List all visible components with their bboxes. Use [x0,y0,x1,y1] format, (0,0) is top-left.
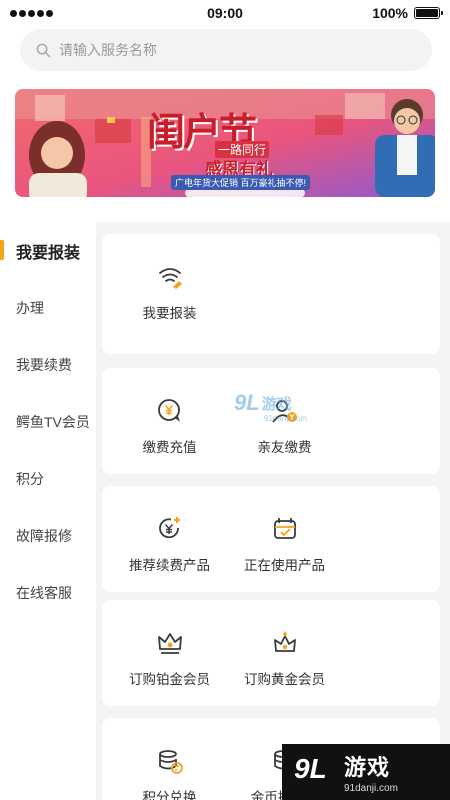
watermark-corner: 9L 游戏 91danji.com [282,744,450,800]
nav-item-handle[interactable]: 办理 [0,279,96,336]
nav-item-label: 鳄鱼TV会员 [16,413,90,430]
service-gold-member[interactable]: 订购黄金会员 [227,600,342,706]
watermark-corner-url: 91danji.com [344,783,398,794]
yuan-chat-icon [155,396,185,426]
nav-item-label: 积分 [16,470,44,487]
search-input[interactable] [59,42,379,58]
nav-item-repair[interactable]: 故障报修 [0,507,96,564]
nav-item-label: 我要报装 [16,244,81,262]
service-platinum-member[interactable]: 订购铂金会员 [112,600,227,706]
service-recharge[interactable]: 缴费充值 [112,368,227,474]
nav-item-tv-member[interactable]: 鳄鱼TV会员 [0,393,96,450]
nav-item-renew[interactable]: 我要续费 [0,336,96,393]
nav-item-label: 办理 [16,299,44,316]
service-card-install: 我要报装 [102,234,440,354]
services-panel: 我要报装 缴费充值 亲友缴费 推荐续费产品 正在使用产品 订购铂金会员 订购黄金… [96,222,450,800]
service-card-products: 推荐续费产品 正在使用产品 [102,486,440,592]
service-label: 亲友缴费 [257,440,312,455]
service-install[interactable]: 我要报装 [112,234,227,354]
search-bar[interactable] [20,29,432,71]
battery-percent: 100% [372,5,408,21]
banner-caption: 广电年货大促销 百万豪礼抽不停! [171,175,311,190]
service-card-membership: 订购铂金会员 订购黄金会员 [102,600,440,706]
watermark-logo: 9L [234,390,260,415]
yuan-plus-icon [155,514,185,544]
nav-item-label: 我要续费 [16,356,72,373]
service-label: 积分兑换 [142,790,197,800]
promo-banner[interactable]: 闺户节 一路同行 感恩有礼 广电年货大促销 百万豪礼抽不停! [15,89,435,197]
battery-status: 100% [372,5,443,21]
nav-item-install[interactable]: 我要报装 [0,222,96,279]
watermark-center: 9L 游戏 91danji.com [234,390,307,423]
search-icon [36,43,51,57]
service-label: 缴费充值 [142,440,197,455]
service-label: 订购铂金会员 [129,672,210,687]
service-recommend-renew[interactable]: 推荐续费产品 [112,486,227,592]
watermark-corner-brand: 游戏 [344,755,391,780]
service-label: 推荐续费产品 [129,558,210,573]
service-points-exchange[interactable]: 积分兑换 [112,718,227,800]
wifi-wrench-icon [155,262,185,292]
coins-exchange-icon [155,746,185,776]
battery-level [416,9,438,17]
battery-icon [414,7,443,19]
crown-icon [155,628,185,658]
watermark-corner-logo: 9L [294,753,327,784]
nav-item-points[interactable]: 积分 [0,450,96,507]
watermark-brand: 游戏 [261,395,292,413]
nav-item-support[interactable]: 在线客服 [0,564,96,621]
nav-item-label: 故障报修 [16,527,72,544]
category-nav: 我要报装 办理 我要续费 鳄鱼TV会员 积分 故障报修 在线客服 [0,222,96,800]
crown-gem-icon [270,628,300,658]
signal-icon [10,9,53,17]
service-label: 订购黄金会员 [244,672,325,687]
status-bar: 09:00 100% [0,0,450,26]
service-label: 正在使用产品 [244,558,325,573]
checked-box-icon [270,514,300,544]
service-in-use-products[interactable]: 正在使用产品 [227,486,342,592]
service-label: 我要报装 [142,306,197,321]
nav-item-label: 在线客服 [16,584,72,601]
watermark-url: 91danji.com [264,414,308,423]
